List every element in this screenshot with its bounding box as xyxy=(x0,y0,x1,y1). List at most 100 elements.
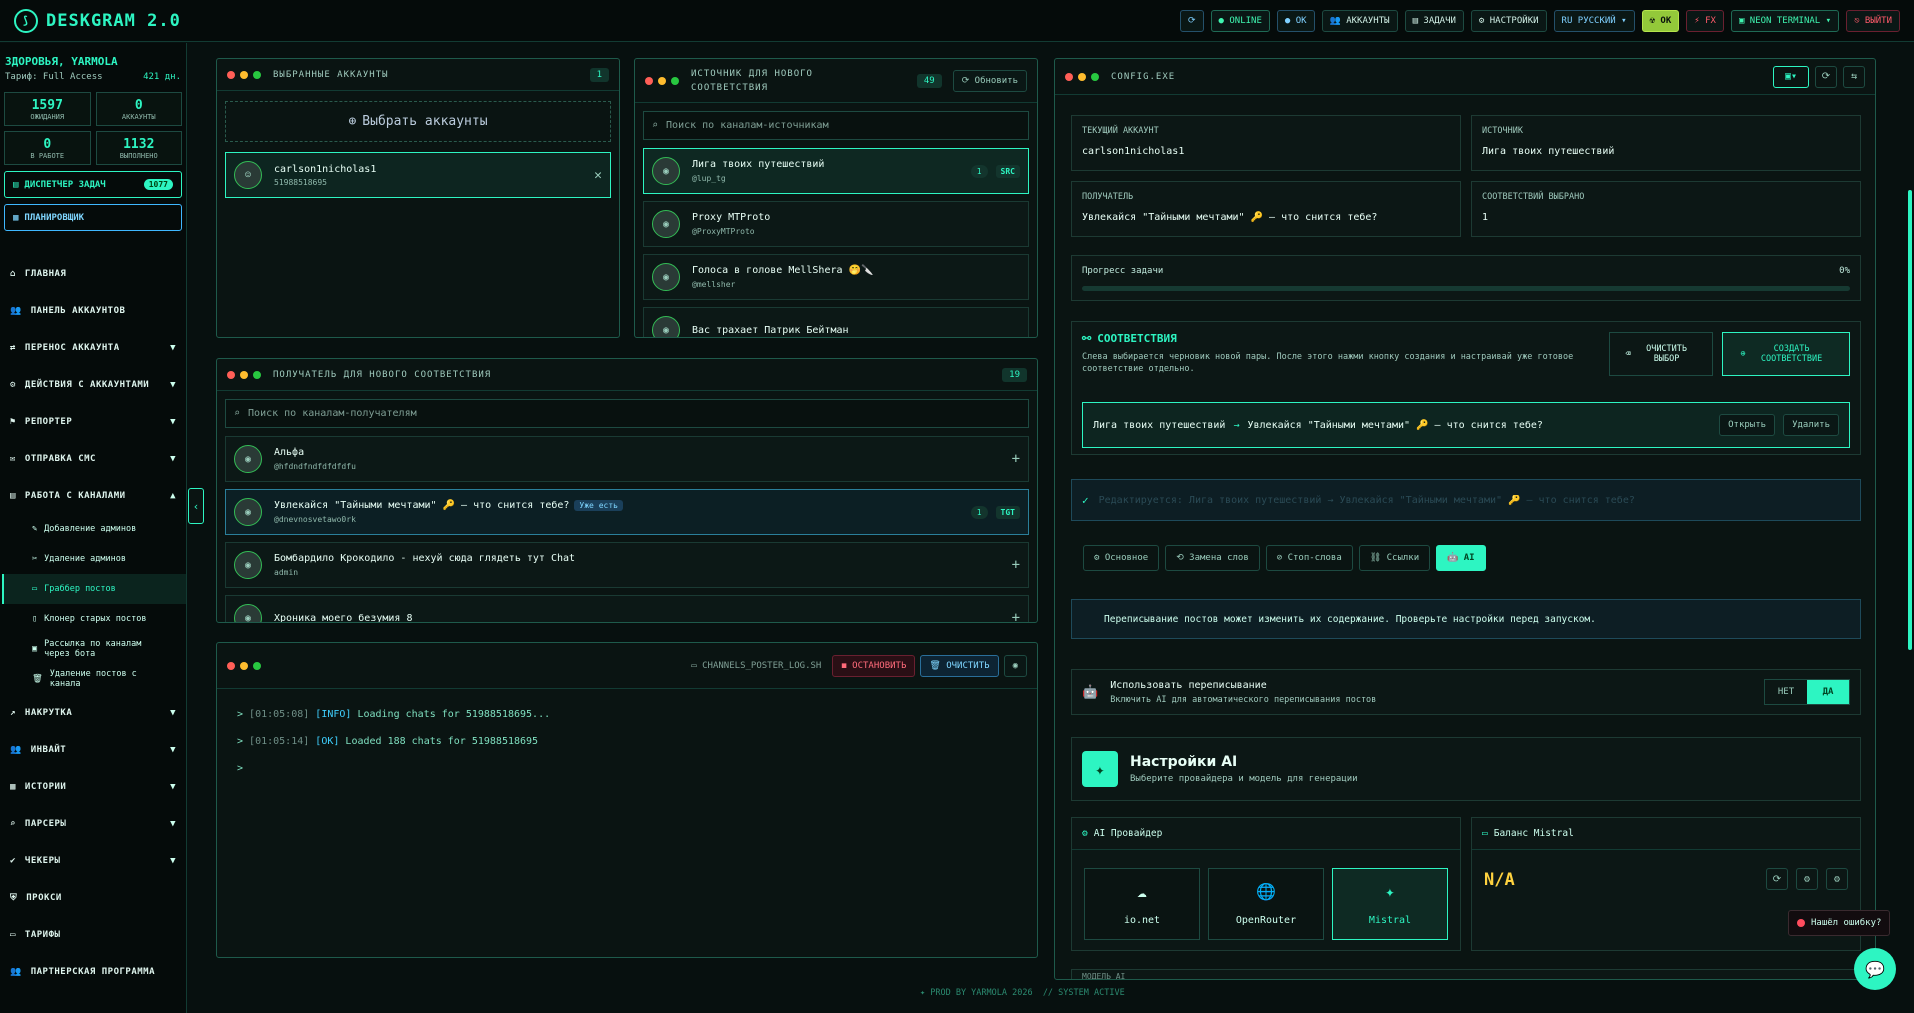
sidebar-item[interactable]: ⌕ ПАРСЕРЫ ▼ xyxy=(0,805,186,842)
topbar-lang-button[interactable]: RU РУССКИЙ ▾ xyxy=(1553,9,1635,32)
source-row[interactable]: ◉ Proxy MTProto @ProxyMTProto xyxy=(643,201,1029,247)
sidebar-subitem[interactable]: ▣ Рассылка по каналам через бота xyxy=(2,634,186,664)
sidebar-subitem[interactable]: ✎ Добавление админов xyxy=(2,514,186,544)
choose-accounts-button[interactable]: ⊕ Выбрать аккаунты xyxy=(225,101,611,142)
receiver-search-input[interactable]: ⌕ Поиск по каналам-получателям xyxy=(225,399,1029,428)
field-label: СООТВЕТСТВИЙ ВЫБРАНО xyxy=(1482,192,1585,202)
scheduler-button[interactable]: ▦ ПЛАНИРОВЩИК xyxy=(4,204,182,231)
bug-report-button[interactable]: Нашёл ошибку? xyxy=(1788,910,1891,936)
sidebar-item[interactable]: ⇄ ПЕРЕНОС АККАУНТА ▼ xyxy=(0,329,186,366)
sync-icon[interactable]: ⇆ xyxy=(1843,65,1865,88)
create-match-button[interactable]: ⊕ СОЗДАТЬ СООТВЕТСТВИЕ xyxy=(1722,332,1850,376)
sidebar-item[interactable]: 👥 ПАНЕЛЬ АККАУНТОВ xyxy=(0,292,186,329)
sidebar-item[interactable]: 👥 ПАРТНЕРСКАЯ ПРОГРАММА xyxy=(0,953,186,990)
robot-icon: 🤖 xyxy=(1082,684,1099,700)
app-logo[interactable]: ⟆ DESKGRAM 2.0 xyxy=(14,8,181,33)
stop-button[interactable]: ◼ ОСТАНОВИТЬ xyxy=(832,654,916,677)
receiver-row[interactable]: ◉ Альфа @hfdndfndfdfdfdfu + xyxy=(225,436,1029,482)
receiver-panel: ПОЛУЧАТЕЛЬ ДЛЯ НОВОГО СООТВЕТСТВИЯ 19 ⌕ … xyxy=(216,358,1038,623)
topbar-fx-button[interactable]: ⚡ FX xyxy=(1686,9,1724,32)
sidebar-item[interactable]: ✔ ЧЕКЕРЫ ▼ xyxy=(0,842,186,879)
open-button[interactable]: Открыть xyxy=(1719,414,1776,436)
channel-avatar: ◉ xyxy=(234,445,262,473)
source-row[interactable]: ◉ Лига твоих путешествий @lup_tg 1 SRC xyxy=(643,148,1029,194)
log-prompt[interactable]: > xyxy=(237,763,1037,774)
chevron-icon: ▼ xyxy=(170,379,176,390)
match-source: Лига твоих путешествий xyxy=(1093,419,1226,431)
nav-icon: 👥 xyxy=(10,744,22,755)
sidebar-subitem[interactable]: ✂ Удаление админов xyxy=(2,544,186,574)
chat-icon[interactable]: 💬 xyxy=(1854,948,1896,990)
refresh-icon[interactable]: ⟳ xyxy=(1766,868,1788,890)
topbar-ok-button[interactable]: ● OK xyxy=(1276,9,1315,32)
provider-option[interactable]: ✦ Mistral xyxy=(1332,868,1448,940)
sidebar-item[interactable]: ⚙ ДЕЙСТВИЯ С АККАУНТАМИ ▼ xyxy=(0,366,186,403)
topbar-refresh-button[interactable]: ⟳ xyxy=(1179,9,1204,32)
sidebar-item[interactable]: ▭ ТАРИФЫ xyxy=(0,916,186,953)
eye-icon[interactable]: ◉ xyxy=(1003,654,1027,677)
page-scrollbar[interactable] xyxy=(1908,190,1912,650)
sidebar-subitem[interactable]: 🗑 Удаление постов с канала xyxy=(2,664,186,694)
topbar-theme-button[interactable]: ▣ NEON TERMINAL ▾ xyxy=(1730,9,1840,32)
plus-circle-icon: ⊕ xyxy=(348,114,357,129)
clear-log-button[interactable]: 🗑 ОЧИСТИТЬ xyxy=(920,654,999,677)
ai-desc: Выберите провайдера и модель для генерац… xyxy=(1130,774,1358,784)
sidebar-item[interactable]: ▤ РАБОТА С КАНАЛАМИ ▲ xyxy=(0,477,186,514)
plus-icon[interactable]: + xyxy=(1012,451,1020,467)
sidebar-item[interactable]: ✉ ОТПРАВКА СМС ▼ xyxy=(0,440,186,477)
provider-icon: ✦ xyxy=(1385,882,1395,901)
sidebar-item[interactable]: 👥 ИНВАЙТ ▼ xyxy=(0,731,186,768)
dispatcher-button[interactable]: ▤ ДИСПЕТЧЕР ЗАДАЧ 1077 xyxy=(4,171,182,198)
receiver-row[interactable]: ◉ Хроника моего безумия 8 + xyxy=(225,595,1029,622)
config-icon[interactable]: ⚙ xyxy=(1826,868,1848,890)
config-tab[interactable]: ⚙ Основное xyxy=(1083,545,1160,571)
stat-value: 0 xyxy=(43,136,52,152)
config-tab[interactable]: ⛓ Ссылки xyxy=(1358,545,1431,571)
sidebar-item[interactable]: ▦ ИСТОРИИ ▼ xyxy=(0,768,186,805)
source-search-input[interactable]: ⌕ Поиск по каналам-источникам xyxy=(643,111,1029,140)
close-icon[interactable]: ✕ xyxy=(594,168,602,183)
source-row[interactable]: ◉ Вас трахает Патрик Бейтман xyxy=(643,307,1029,337)
rewrite-toggle[interactable]: НЕТ ДА xyxy=(1764,679,1850,705)
settings-icon[interactable]: ⚙ xyxy=(1796,868,1818,890)
refresh-button[interactable]: ⟳ Обновить xyxy=(952,69,1027,92)
save-dropdown-button[interactable]: ▣▾ xyxy=(1773,65,1809,88)
delete-button[interactable]: Удалить xyxy=(1783,414,1839,436)
plus-icon[interactable]: + xyxy=(1012,557,1020,573)
chevron-icon: ▼ xyxy=(170,416,176,427)
stat-label: АККАУНТЫ xyxy=(121,112,156,121)
channel-name: Вас трахает Патрик Бейтман xyxy=(692,324,849,336)
config-tab[interactable]: 🤖 AI xyxy=(1436,545,1486,571)
chevron-icon: ▼ xyxy=(170,855,176,866)
toggle-yes[interactable]: ДА xyxy=(1807,680,1849,704)
provider-option[interactable]: ☁ io.net xyxy=(1084,868,1200,940)
sidebar-item[interactable]: ⚑ РЕПОРТЕР ▼ xyxy=(0,403,186,440)
config-tab[interactable]: ⊘ Стоп-слова xyxy=(1265,545,1353,571)
sidebar-subitem[interactable]: ▯ Клонер старых постов xyxy=(2,604,186,634)
nav-icon: ✉ xyxy=(10,453,16,464)
toggle-no[interactable]: НЕТ xyxy=(1765,680,1807,704)
topbar-logout-button[interactable]: ⎋ ВЫЙТИ xyxy=(1846,9,1900,32)
reload-icon[interactable]: ⟳ xyxy=(1815,65,1837,88)
match-item[interactable]: Лига твоих путешествий → Увлекайся "Тайн… xyxy=(1082,402,1850,448)
topbar-tasks-button[interactable]: ▤ ЗАДАЧИ xyxy=(1404,9,1464,32)
topbar-ok2-button[interactable]: ☢ ОК xyxy=(1641,9,1680,32)
account-card[interactable]: ☺ carlson1nicholas1 51988518695 ✕ xyxy=(225,152,611,198)
wallet-icon: ▭ xyxy=(1482,828,1488,839)
sidebar-item-label: ПАРТНЕРСКАЯ ПРОГРАММА xyxy=(30,966,156,977)
config-tab[interactable]: ⟲ Замена слов xyxy=(1165,545,1260,571)
topbar-settings-button[interactable]: ⚙ НАСТРОЙКИ xyxy=(1470,9,1547,32)
sidebar-item[interactable]: ↗ НАКРУТКА ▼ xyxy=(0,694,186,731)
sidebar-item[interactable]: ⛨ ПРОКСИ xyxy=(0,879,186,916)
topbar-online-button[interactable]: ● ONLINE xyxy=(1210,9,1270,32)
clear-selection-button[interactable]: ⌫ ОЧИСТИТЬ ВЫБОР xyxy=(1609,332,1713,376)
sidebar-subitem[interactable]: ▭ Граббер постов xyxy=(2,574,186,604)
provider-option[interactable]: 🌐 OpenRouter xyxy=(1208,868,1324,940)
topbar-accounts-button[interactable]: 👥 АККАУНТЫ xyxy=(1321,9,1398,32)
receiver-row[interactable]: ◉ Увлекайся "Тайными мечтами" 🔑 — что сни… xyxy=(225,489,1029,535)
sidebar-collapse-handle[interactable]: ‹ xyxy=(188,488,204,524)
receiver-row[interactable]: ◉ Бомбардило Крокодило - нехуй сюда гляде… xyxy=(225,542,1029,588)
source-row[interactable]: ◉ Голоса в голове MellShera 🤭🔪 @mellsher xyxy=(643,254,1029,300)
sidebar-item[interactable]: ⌂ ГЛАВНАЯ xyxy=(0,255,186,292)
plus-icon[interactable]: + xyxy=(1012,610,1020,622)
